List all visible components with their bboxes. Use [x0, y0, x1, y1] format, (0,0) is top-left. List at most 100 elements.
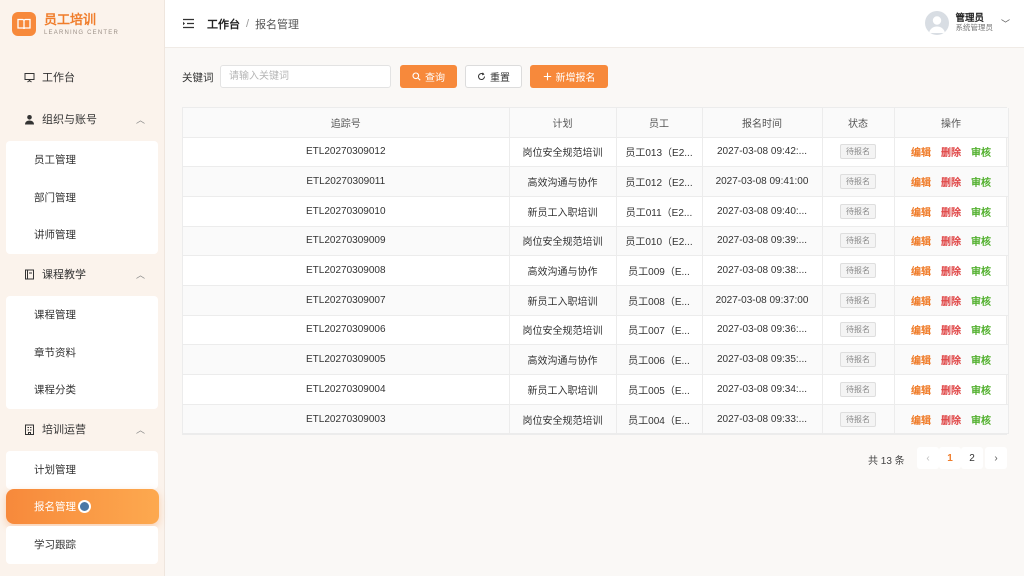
sidebar-item-workbench[interactable]: 工作台: [0, 62, 165, 92]
audit-link[interactable]: 审核: [971, 386, 991, 397]
edit-link[interactable]: 编辑: [911, 386, 931, 397]
sidebar-group-org[interactable]: 组织与账号 ︿: [0, 104, 165, 134]
edit-link[interactable]: 编辑: [911, 326, 931, 337]
edit-link[interactable]: 编辑: [911, 267, 931, 278]
sidebar-item-categories[interactable]: 课程分类: [6, 371, 158, 409]
cell-plan: 高效沟通与协作: [509, 166, 617, 197]
delete-link[interactable]: 删除: [941, 148, 961, 159]
status-badge: 待报名: [840, 263, 876, 279]
cell-employee: 员工011（E2...: [616, 196, 703, 227]
cell-actions: 编辑 删除 审核: [894, 196, 1009, 227]
audit-link[interactable]: 审核: [971, 416, 991, 427]
cell-enroll-time: 2027-03-08 09:41:00: [702, 166, 823, 197]
sidebar-item-enrollment[interactable]: 报名管理: [6, 489, 159, 524]
cell-tracking-id: ETL20270309010: [183, 196, 510, 227]
status-badge: 待报名: [840, 292, 876, 308]
keyword-input[interactable]: [220, 65, 391, 88]
next-page-icon[interactable]: ›: [985, 447, 1007, 469]
edit-link[interactable]: 编辑: [911, 178, 931, 189]
sidebar-submenu-course: 课程管理 章节资料 课程分类: [6, 296, 158, 409]
delete-link[interactable]: 删除: [941, 356, 961, 367]
audit-link[interactable]: 审核: [971, 267, 991, 278]
edit-link[interactable]: 编辑: [911, 148, 931, 159]
edit-link[interactable]: 编辑: [911, 356, 931, 367]
delete-link[interactable]: 删除: [941, 386, 961, 397]
chevron-down-icon: ﹀: [1000, 18, 1010, 29]
user-menu[interactable]: 管理员 系统管理员 ﹀: [925, 11, 1010, 35]
sidebar-item-lecturers[interactable]: 讲师管理: [6, 216, 158, 254]
cell-status: 待报名: [822, 196, 895, 227]
prev-page-icon[interactable]: ‹: [917, 447, 939, 469]
sidebar-item-employees[interactable]: 员工管理: [6, 141, 158, 179]
query-button[interactable]: 查询: [400, 65, 457, 88]
cell-tracking-id: ETL20270309004: [183, 374, 510, 405]
audit-link[interactable]: 审核: [971, 178, 991, 189]
cell-plan: 新员工入职培训: [509, 285, 617, 316]
cell-status: 待报名: [822, 285, 895, 316]
brand[interactable]: 员工培训 LEARNING CENTER: [0, 0, 164, 48]
cell-employee: 员工006（E...: [616, 344, 703, 375]
cell-actions: 编辑 删除 审核: [894, 137, 1009, 168]
sidebar-group-label: 培训运营: [42, 424, 86, 436]
delete-link[interactable]: 删除: [941, 297, 961, 308]
edit-link[interactable]: 编辑: [911, 208, 931, 219]
audit-link[interactable]: 审核: [971, 148, 991, 159]
table-header: 追踪号 计划 员工 报名时间 状态 操作: [183, 108, 1009, 138]
cell-enroll-time: 2027-03-08 09:42:...: [702, 137, 823, 168]
column-header: 员工: [616, 108, 703, 138]
audit-link[interactable]: 审核: [971, 326, 991, 337]
sidebar-item-courses[interactable]: 课程管理: [6, 296, 158, 334]
delete-link[interactable]: 删除: [941, 178, 961, 189]
audit-link[interactable]: 审核: [971, 297, 991, 308]
edit-link[interactable]: 编辑: [911, 297, 931, 308]
edit-link[interactable]: 编辑: [911, 416, 931, 427]
delete-link[interactable]: 删除: [941, 208, 961, 219]
cell-employee: 员工009（E...: [616, 255, 703, 286]
sidebar-group-course[interactable]: 课程教学 ︿: [0, 259, 165, 289]
cell-plan: 新员工入职培训: [509, 374, 617, 405]
column-header: 状态: [822, 108, 895, 138]
cell-status: 待报名: [822, 315, 895, 346]
column-header: 报名时间: [702, 108, 823, 138]
top-header: 工作台 / 报名管理 管理员 系统管理员 ﹀: [165, 0, 1024, 48]
page-2-button[interactable]: 2: [961, 447, 983, 469]
user-icon: [24, 114, 35, 125]
sidebar-submenu-ops: 计划管理: [6, 451, 158, 489]
page-1-button[interactable]: 1: [939, 447, 961, 469]
cell-tracking-id: ETL20270309011: [183, 166, 510, 197]
plus-icon: [543, 72, 551, 81]
sidebar-group-ops[interactable]: 培训运营 ︿: [0, 414, 165, 444]
cursor-indicator: [78, 500, 91, 513]
sidebar-item-departments[interactable]: 部门管理: [6, 179, 158, 217]
sidebar-item-chapters[interactable]: 章节资料: [6, 334, 158, 372]
add-enrollment-button[interactable]: 新增报名: [530, 65, 608, 88]
column-header: 计划: [509, 108, 617, 138]
reset-button[interactable]: 重置: [465, 65, 522, 88]
chevron-up-icon: ︿: [135, 114, 145, 125]
audit-link[interactable]: 审核: [971, 356, 991, 367]
cell-status: 待报名: [822, 374, 895, 405]
cell-tracking-id: ETL20270309003: [183, 404, 510, 435]
edit-link[interactable]: 编辑: [911, 237, 931, 248]
cell-enroll-time: 2027-03-08 09:33:...: [702, 404, 823, 435]
cell-employee: 员工004（E...: [616, 404, 703, 435]
audit-link[interactable]: 审核: [971, 208, 991, 219]
cell-plan: 岗位安全规范培训: [509, 226, 617, 257]
table-row: ETL20270309011 高效沟通与协作 员工012（E2... 2027-03-…: [183, 166, 1009, 197]
delete-link[interactable]: 删除: [941, 267, 961, 278]
delete-link[interactable]: 删除: [941, 416, 961, 427]
sidebar-submenu-ops-tail: 学习跟踪: [6, 526, 158, 564]
breadcrumb-home[interactable]: 工作台: [207, 16, 240, 32]
delete-link[interactable]: 删除: [941, 326, 961, 337]
column-header: 操作: [894, 108, 1009, 138]
cell-actions: 编辑 删除 审核: [894, 255, 1009, 286]
delete-link[interactable]: 删除: [941, 237, 961, 248]
status-badge: 待报名: [840, 174, 876, 190]
cell-status: 待报名: [822, 404, 895, 435]
cell-actions: 编辑 删除 审核: [894, 404, 1009, 435]
book-icon: [24, 269, 35, 280]
sidebar-item-tracking[interactable]: 学习跟踪: [6, 526, 158, 564]
menu-fold-icon[interactable]: [181, 18, 195, 30]
audit-link[interactable]: 审核: [971, 237, 991, 248]
sidebar-item-plans[interactable]: 计划管理: [6, 451, 158, 489]
